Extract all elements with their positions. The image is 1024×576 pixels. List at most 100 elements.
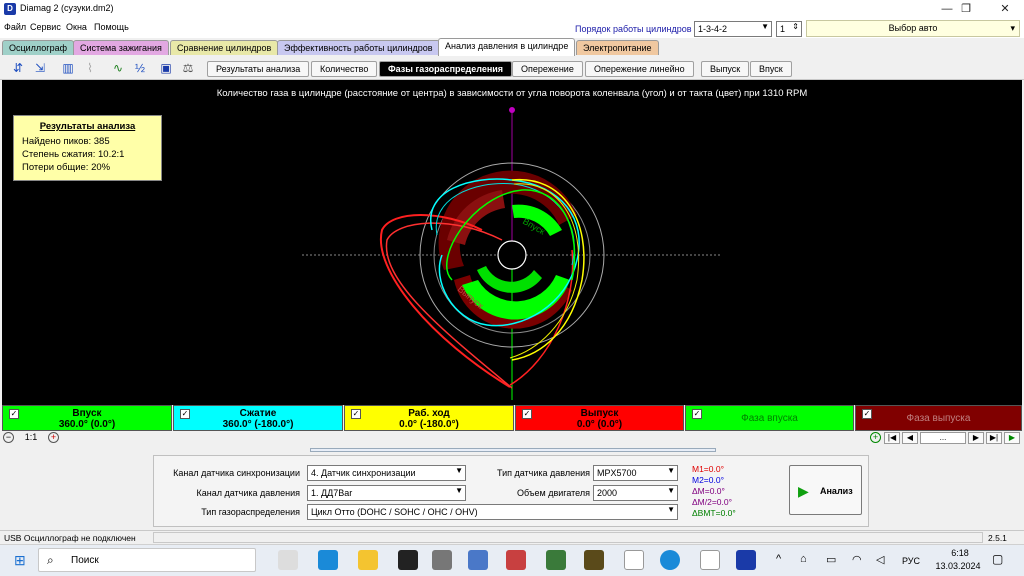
timing-type-select[interactable]: Цикл Отто (DOHC / SOHC / OHC / OHV) ▼ xyxy=(307,504,678,520)
zoom-in-icon[interactable]: + xyxy=(48,432,59,443)
volume-icon[interactable]: ◁ xyxy=(876,553,884,566)
zoom-level: 1:1 xyxy=(24,432,38,442)
phase-intake-name: Впуск xyxy=(72,408,102,419)
sync-channel-select[interactable]: 4. Датчик синхронизации ▼ xyxy=(307,465,466,481)
search-icon: ⌕ xyxy=(47,553,54,567)
tab-ignition[interactable]: Система зажигания xyxy=(73,40,169,55)
tray-chevron-icon[interactable]: ^ xyxy=(776,553,781,565)
title-bar: D Diamag 2 (сузуки.dm2) — ❐ ✕ xyxy=(0,0,1024,18)
app-terminal-icon[interactable] xyxy=(584,550,604,570)
tab-power[interactable]: Электропитание xyxy=(576,40,659,55)
auto-scale-icon[interactable]: ▥ xyxy=(58,58,78,78)
app-chip-icon[interactable] xyxy=(432,550,452,570)
filter-icon[interactable]: ⌇ xyxy=(80,58,100,78)
sync-icon[interactable]: ⇵ xyxy=(8,58,28,78)
diamag-icon[interactable] xyxy=(736,550,756,570)
checkbox-icon[interactable]: ✓ xyxy=(351,409,361,419)
task-view-icon[interactable] xyxy=(278,550,298,570)
tab-pressure-analysis[interactable]: Анализ давления в цилиндре xyxy=(438,38,576,56)
menu-file[interactable]: Файл xyxy=(4,22,26,32)
tab-cylinder-efficiency[interactable]: Эффективность работы цилиндров xyxy=(277,40,440,55)
graph-icon[interactable]: ∿ xyxy=(108,58,128,78)
store-icon[interactable] xyxy=(318,550,338,570)
subtab-advance-linear[interactable]: Опережение линейно xyxy=(585,61,694,77)
maximize-icon[interactable]: ❐ xyxy=(947,0,985,18)
subtab-advance[interactable]: Опережение xyxy=(512,61,583,77)
phase-power[interactable]: ✓ Раб. ход 0.0° (-180.0°) xyxy=(344,405,514,431)
phase-exhaust-timing[interactable]: ✓ Фаза выпуска xyxy=(855,405,1022,431)
pressure-sensor-select[interactable]: MPX5700 ▼ xyxy=(593,465,678,481)
app-board-icon[interactable] xyxy=(546,550,566,570)
results-box: Результаты анализа Найдено пиков: 385 Ст… xyxy=(13,115,162,181)
subtab-intake[interactable]: Впуск xyxy=(750,61,792,77)
checkbox-icon[interactable]: ✓ xyxy=(180,409,190,419)
app-icon: D xyxy=(4,3,16,15)
subtab-quantity[interactable]: Количество xyxy=(311,61,378,77)
tab-cylinder-compare[interactable]: Сравнение цилиндров xyxy=(170,40,279,55)
phase-exhaust-value: 0.0° (0.0°) xyxy=(576,419,623,430)
close-icon[interactable]: ✕ xyxy=(986,0,1024,18)
play-icon: ▶ xyxy=(798,483,809,499)
analyze-button-label: Анализ xyxy=(820,486,853,496)
app-bolt-icon[interactable] xyxy=(398,550,418,570)
menu-service[interactable]: Сервис xyxy=(30,22,61,32)
horizontal-scrollbar[interactable] xyxy=(310,448,716,452)
notification-icon[interactable]: ▢ xyxy=(992,552,1003,566)
analyze-button[interactable]: ▶ Анализ xyxy=(789,465,862,515)
wifi-icon[interactable]: ◠ xyxy=(852,553,862,566)
battery-icon[interactable]: ▭ xyxy=(826,553,836,566)
explorer-icon[interactable] xyxy=(358,550,378,570)
keyboard-language[interactable]: РУС xyxy=(902,556,920,566)
app-red-icon[interactable] xyxy=(506,550,526,570)
document-icon[interactable] xyxy=(700,550,720,570)
pressure-channel-value: 1. ДД7Bar xyxy=(311,488,353,498)
page-indicator[interactable]: ... xyxy=(920,432,966,444)
checkbox-icon[interactable]: ✓ xyxy=(522,409,532,419)
phase-compression[interactable]: ✓ Сжатие 360.0° (-180.0°) xyxy=(173,405,343,431)
clock-time[interactable]: 6:18 xyxy=(938,548,982,558)
cylinder-order-select[interactable]: 1-3-4-2 ▼ xyxy=(694,21,772,37)
add-icon[interactable]: + xyxy=(870,432,881,443)
results-heading: Результаты анализа xyxy=(39,121,136,132)
subtab-valve-timing[interactable]: Фазы газораспределения xyxy=(379,61,513,77)
ratio-icon[interactable]: ½ xyxy=(130,58,150,78)
save-icon[interactable]: ▣ xyxy=(156,58,176,78)
phase-intake-timing[interactable]: ✓ Фаза впуска xyxy=(685,405,854,431)
prev-page-icon[interactable]: ◀ xyxy=(902,432,918,444)
next-page-icon[interactable]: ▶ xyxy=(968,432,984,444)
polar-plot-area[interactable]: Количество газа в цилиндре (расстояние о… xyxy=(2,80,1022,405)
phase-intake[interactable]: ✓ Впуск 360.0° (0.0°) xyxy=(2,405,172,431)
last-page-icon[interactable]: ▶| xyxy=(986,432,1002,444)
phase-exhaust[interactable]: ✓ Выпуск 0.0° (0.0°) xyxy=(515,405,684,431)
clock-date[interactable]: 13.03.2024 xyxy=(930,561,986,571)
phase-compression-value: 360.0° (-180.0°) xyxy=(222,419,294,430)
play-icon[interactable]: ▶ xyxy=(1004,432,1020,444)
marker-m1: M1=0.0° xyxy=(692,464,724,474)
timing-type-label: Тип газораспределения xyxy=(201,507,300,517)
document-icon[interactable] xyxy=(624,550,644,570)
menu-help[interactable]: Помощь xyxy=(94,22,129,32)
subtab-exhaust[interactable]: Выпуск xyxy=(701,61,750,77)
app-network-icon[interactable] xyxy=(468,550,488,570)
menu-windows[interactable]: Окна xyxy=(66,22,87,32)
auto-select[interactable]: Выбор авто ▾ xyxy=(806,20,1020,37)
subtab-results[interactable]: Результаты анализа xyxy=(207,61,310,77)
zoom-out-icon[interactable]: − xyxy=(3,432,14,443)
cylinder-number-spinner[interactable]: 1 ⇕ xyxy=(776,21,802,37)
checkbox-icon[interactable]: ✓ xyxy=(9,409,19,419)
checkbox-icon[interactable]: ✓ xyxy=(692,409,702,419)
tab-oscilloscope[interactable]: Осциллограф xyxy=(2,40,74,55)
tray-app-icon[interactable]: ⌂ xyxy=(800,553,807,565)
results-compression: Степень сжатия: 10.2:1 xyxy=(22,149,125,160)
edge-icon[interactable] xyxy=(660,550,680,570)
scale-icon[interactable]: ⇲ xyxy=(30,58,50,78)
checkbox-icon[interactable]: ✓ xyxy=(862,409,872,419)
sync-channel-value: 4. Датчик синхронизации xyxy=(311,468,416,478)
pressure-channel-select[interactable]: 1. ДД7Bar ▼ xyxy=(307,485,466,501)
phase-exhaust-timing-name: Фаза выпуска xyxy=(906,413,971,424)
engine-volume-select[interactable]: 2000 ▼ xyxy=(593,485,678,501)
balance-icon[interactable]: ⚖ xyxy=(178,58,198,78)
first-page-icon[interactable]: |◀ xyxy=(884,432,900,444)
taskbar-search[interactable]: ⌕ Поиск xyxy=(38,548,256,572)
start-icon[interactable]: ⊞ xyxy=(14,553,28,567)
